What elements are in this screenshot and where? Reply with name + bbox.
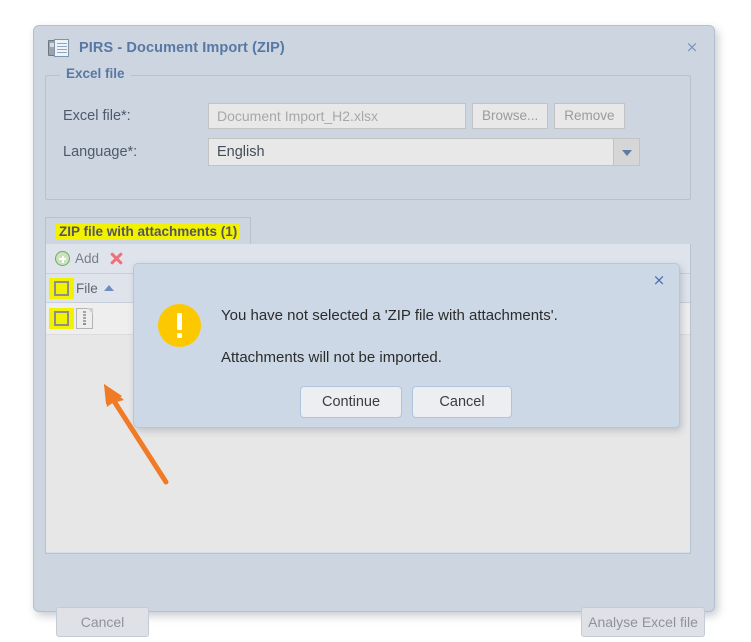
chevron-down-icon[interactable] [613,139,639,165]
add-button-label: Add [75,251,100,266]
delete-cross-icon [109,251,124,266]
excel-file-input[interactable]: Document Import_H2.xlsx [208,103,466,129]
sort-ascending-icon [103,285,114,291]
select-all-highlight [48,277,74,299]
dialog-cancel-button[interactable]: Cancel [412,386,512,418]
zip-file-icon [76,308,93,329]
select-all-cell [46,277,76,299]
excel-file-legend: Excel file [60,66,131,81]
row-file-cell [76,308,93,329]
column-header-file[interactable]: File [76,281,114,296]
row-select-cell [46,308,76,329]
dialog-message-line-2: Attachments will not be imported. [221,349,442,366]
excel-file-fieldset: Excel file Excel file*: Document Import_… [45,66,691,200]
close-icon[interactable]: × [684,39,700,55]
plus-circle-icon [55,251,70,266]
page-title: PIRS - Document Import (ZIP) [79,39,285,56]
tabstrip: ZIP file with attachments (1) [45,217,691,245]
browse-button[interactable]: Browse... [472,103,549,129]
row-select-checkbox[interactable] [53,311,69,326]
dialog-close-icon[interactable]: × [651,272,667,288]
dialog-continue-button[interactable]: Continue [300,386,402,418]
row-select-highlight [48,308,74,329]
language-row: Language*: English [63,138,640,166]
remove-button[interactable]: Remove [554,103,625,129]
dialog-message-line-1: You have not selected a 'ZIP file with a… [221,307,558,324]
excel-file-label: Excel file*: [63,108,131,124]
cancel-button[interactable]: Cancel [56,607,149,637]
select-all-checkbox[interactable] [53,280,69,296]
column-header-file-label: File [76,280,98,296]
analyse-excel-file-button[interactable]: Analyse Excel file [581,607,705,637]
document-import-icon [48,37,70,59]
excel-file-row: Excel file*: Document Import_H2.xlsx Bro… [63,103,625,129]
window-titlebar: PIRS - Document Import (ZIP) × [34,26,714,69]
language-select[interactable]: English [208,138,640,166]
no-zip-warning-dialog: × You have not selected a 'ZIP file with… [133,263,680,428]
warning-exclamation-icon [158,304,201,347]
tab-label: ZIP file with attachments (1) [56,222,241,240]
add-button[interactable]: Add [55,251,99,266]
language-label: Language*: [63,144,138,160]
delete-button[interactable] [109,251,129,266]
tab-zip-file-with-attachments[interactable]: ZIP file with attachments (1) [45,217,252,244]
